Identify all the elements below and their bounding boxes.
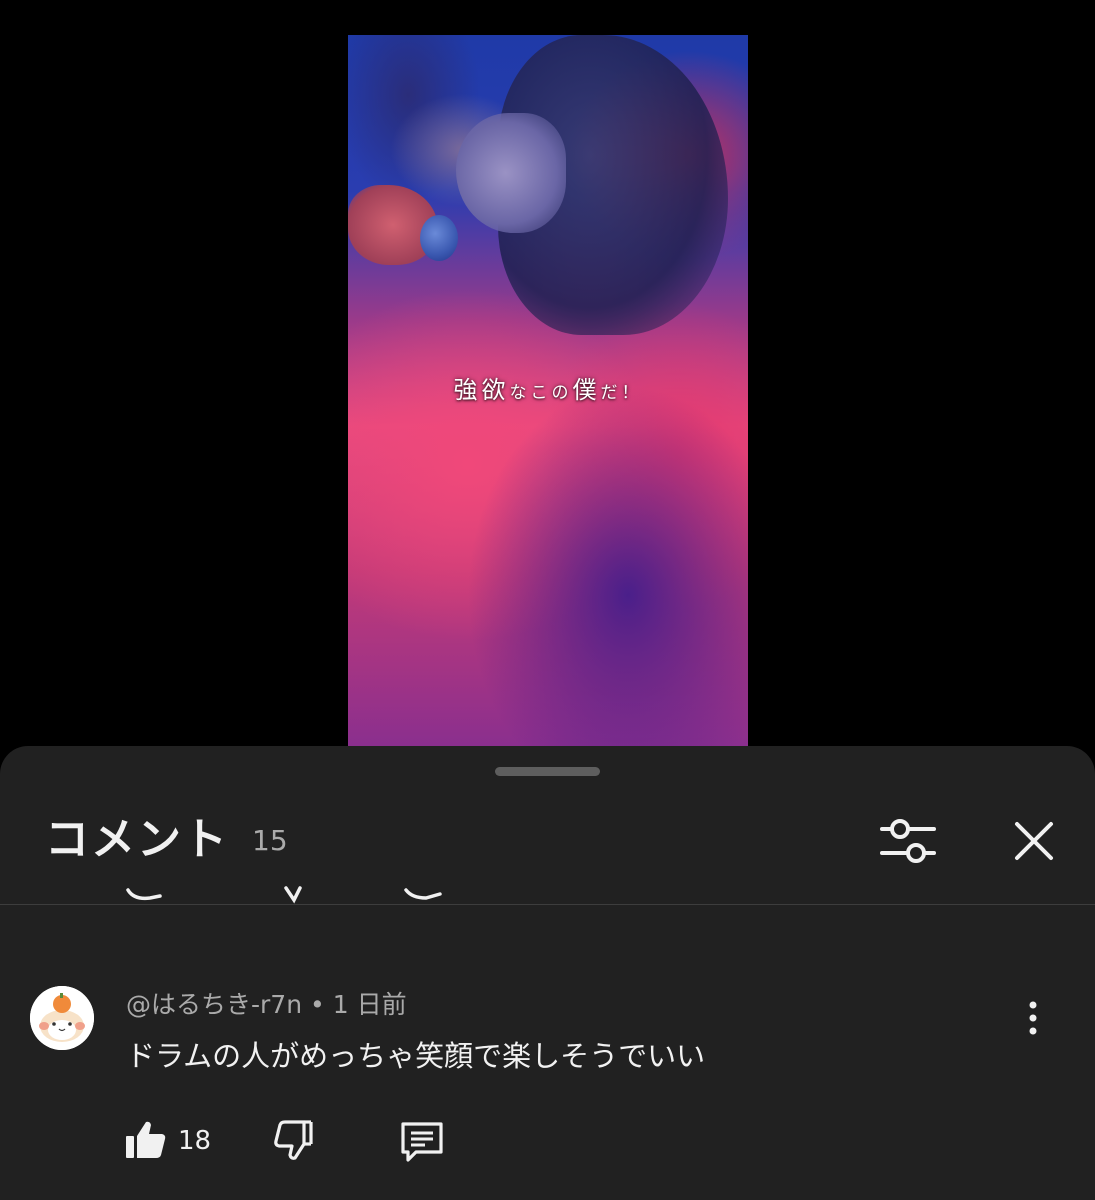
video-caption: 強欲なこの僕だ！ — [348, 370, 748, 405]
caption-segment: 僕 — [572, 376, 601, 404]
comments-count: 15 — [252, 824, 288, 857]
comment-time: 1 日前 — [332, 990, 407, 1019]
comments-sheet: コメント 15 @はるちき-r7n • 1 日前 ドラムの人がめっちゃ笑顔で楽し… — [0, 746, 1095, 1200]
header-divider — [0, 904, 1095, 905]
meta-separator: • — [310, 990, 325, 1019]
close-button[interactable] — [1007, 814, 1061, 868]
reply-icon — [401, 1122, 443, 1162]
close-icon — [1015, 822, 1053, 860]
caption-segment: だ！ — [600, 383, 643, 403]
dislike-button[interactable] — [270, 1118, 314, 1162]
comment-text: ドラムの人がめっちゃ笑顔で楽しそうでいい — [126, 1039, 706, 1073]
video-frame-face — [456, 113, 566, 233]
caption-segment: 強欲 — [453, 376, 510, 404]
previous-comment-actions — [0, 884, 1095, 904]
video-frame-microphone — [420, 215, 458, 261]
comments-title: コメント — [45, 814, 229, 865]
previous-comment-icons — [126, 886, 442, 904]
video-player[interactable]: 強欲なこの僕だ！ — [348, 35, 748, 747]
drag-handle[interactable] — [495, 767, 600, 776]
more-vertical-icon — [1029, 1001, 1037, 1035]
comment-more-button[interactable] — [1016, 996, 1050, 1040]
thumbs-down-icon — [274, 1120, 313, 1160]
thumbs-up-icon — [126, 1121, 166, 1158]
sliders-icon — [880, 819, 936, 863]
avatar[interactable] — [30, 986, 94, 1050]
like-count: 18 — [178, 1126, 212, 1156]
hamster-avatar — [30, 986, 94, 1050]
like-button[interactable] — [124, 1118, 168, 1162]
comment-author[interactable]: @はるちき-r7n — [126, 990, 302, 1019]
reply-button[interactable] — [398, 1118, 446, 1166]
sort-filter-button[interactable] — [878, 814, 938, 868]
comment-meta: @はるちき-r7n • 1 日前 — [126, 988, 407, 1022]
caption-segment: なこの — [509, 383, 573, 403]
